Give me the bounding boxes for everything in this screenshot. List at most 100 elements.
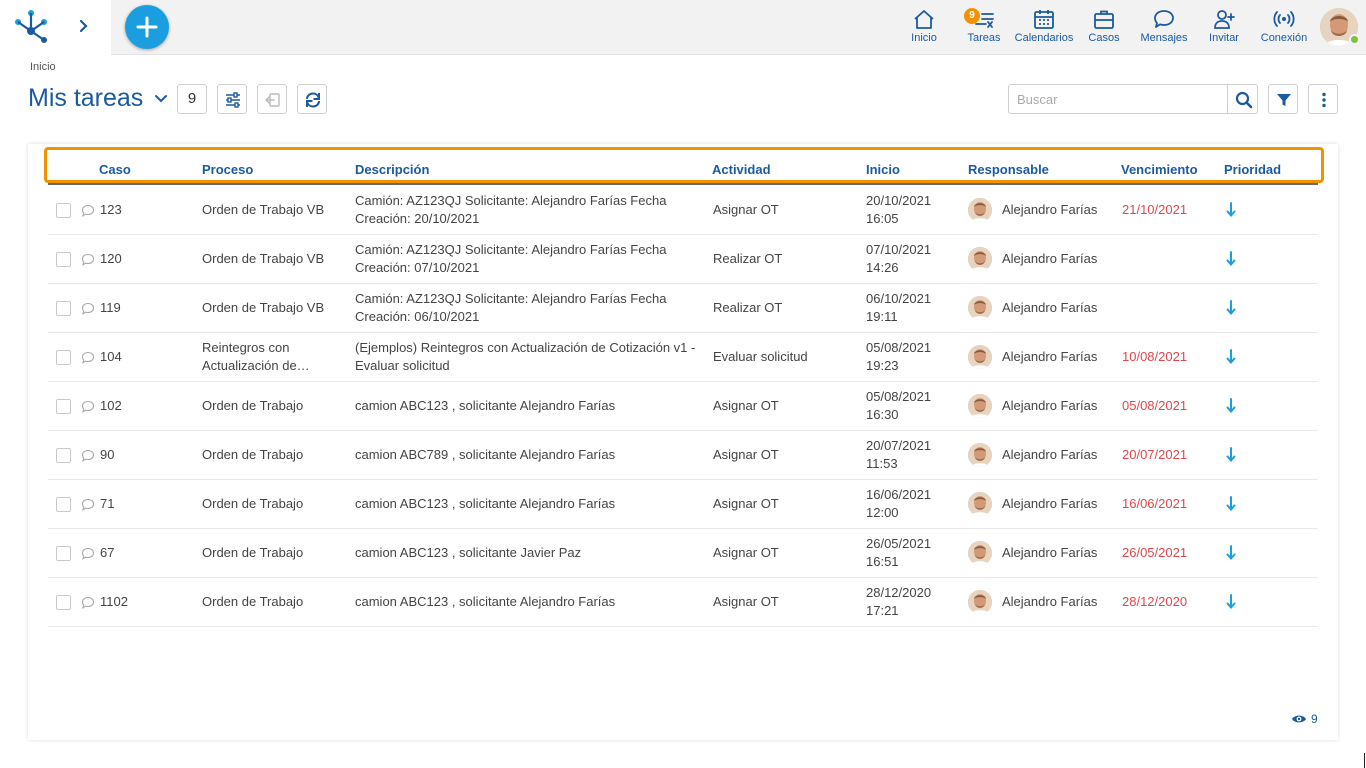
- more-options-button[interactable]: [1308, 84, 1338, 114]
- comment-icon[interactable]: [81, 547, 95, 565]
- row-checkbox[interactable]: [56, 595, 71, 610]
- cell-proceso: Orden de Trabajo: [202, 593, 303, 611]
- cell-proceso: Orden de Trabajo: [202, 446, 303, 464]
- row-checkbox[interactable]: [56, 448, 71, 463]
- row-checkbox[interactable]: [56, 350, 71, 365]
- table-row[interactable]: 67 Orden de Trabajo camion ABC123 , solici…: [48, 529, 1318, 578]
- cell-responsable: Alejandro Farías: [1002, 545, 1098, 560]
- comment-icon[interactable]: [81, 204, 95, 222]
- table-row[interactable]: 104 Reintegros con Actualización de… (Ejemp…: [48, 333, 1318, 382]
- cell-actividad: Realizar OT: [713, 300, 783, 315]
- table-row[interactable]: 120 Orden de Trabajo VB Camión: AZ123QJ So…: [48, 235, 1318, 284]
- column-header-inicio[interactable]: Inicio: [866, 162, 900, 177]
- header-divider: [48, 183, 1318, 185]
- cell-caso[interactable]: 120: [100, 250, 122, 268]
- cell-proceso: Orden de Trabajo: [202, 397, 303, 415]
- cell-line: Reintegros con: [202, 340, 290, 355]
- cell-line: 19:11: [866, 309, 898, 324]
- logo-area: [0, 0, 111, 55]
- cell-line: 11:53: [866, 456, 898, 471]
- cell-caso[interactable]: 102: [100, 397, 122, 415]
- cell-caso[interactable]: 71: [100, 495, 114, 513]
- filter-button[interactable]: [1268, 84, 1298, 114]
- add-user-icon: [1214, 10, 1235, 29]
- nav-label: Tareas: [967, 32, 1001, 44]
- column-header-descripcion[interactable]: Descripción: [355, 162, 429, 177]
- row-checkbox[interactable]: [56, 497, 71, 512]
- expand-menu-chevron-icon[interactable]: [74, 16, 94, 36]
- nav-label: Casos: [1088, 32, 1120, 44]
- cell-responsable: Alejandro Farías: [1002, 300, 1098, 315]
- cell-vencimiento: 20/07/2021: [1122, 447, 1188, 462]
- cell-line: Orden de Trabajo: [202, 594, 304, 609]
- row-checkbox[interactable]: [56, 301, 71, 316]
- cell-line: camion ABC123 , solicitante Javier Paz: [355, 545, 582, 560]
- cell-caso[interactable]: 67: [100, 544, 114, 562]
- cell-line: (Ejemplos) Reintegros con Actualización …: [355, 340, 696, 355]
- cell-line: 16:51: [866, 554, 899, 569]
- cell-line: 16:05: [866, 211, 899, 226]
- cell-descripcion: camion ABC123 , solicitante Javier Paz: [355, 544, 581, 562]
- cell-line: 20/07/2021: [866, 438, 932, 453]
- row-checkbox[interactable]: [56, 546, 71, 561]
- nav-casos[interactable]: Casos: [1086, 8, 1122, 48]
- table-row[interactable]: 90 Orden de Trabajo camion ABC789 , solici…: [48, 431, 1318, 480]
- cell-responsable: Alejandro Farías: [1002, 594, 1098, 609]
- responsible-avatar: [968, 247, 992, 271]
- nav-label: Conexión: [1260, 32, 1308, 44]
- comment-icon[interactable]: [81, 400, 95, 418]
- nav-inicio[interactable]: Inicio: [904, 8, 944, 48]
- column-header-caso[interactable]: Caso: [99, 162, 131, 177]
- cell-caso[interactable]: 123: [100, 201, 122, 219]
- row-checkbox[interactable]: [56, 399, 71, 414]
- plus-icon: [136, 16, 158, 38]
- column-header-vencimiento[interactable]: Vencimiento: [1121, 162, 1198, 177]
- column-header-actividad[interactable]: Actividad: [712, 162, 771, 177]
- nav-invitar[interactable]: Invitar: [1204, 8, 1244, 48]
- home-icon: [914, 10, 934, 29]
- cell-vencimiento: 28/12/2020: [1122, 594, 1188, 609]
- table-row[interactable]: 71 Orden de Trabajo camion ABC123 , solici…: [48, 480, 1318, 529]
- chevron-down-icon[interactable]: [154, 94, 168, 104]
- nav-label: Mensajes: [1140, 32, 1188, 44]
- column-header-proceso[interactable]: Proceso: [202, 162, 253, 177]
- cell-line: Camión: AZ123QJ Solicitante: Alejandro F…: [355, 193, 667, 208]
- search-button[interactable]: [1227, 84, 1258, 114]
- column-header-responsable[interactable]: Responsable: [968, 162, 1049, 177]
- comment-icon[interactable]: [81, 449, 95, 467]
- comment-icon[interactable]: [81, 498, 95, 516]
- table-row[interactable]: 119 Orden de Trabajo VB Camión: AZ123QJ So…: [48, 284, 1318, 333]
- cell-responsable: Alejandro Farías: [1002, 349, 1098, 364]
- create-new-button[interactable]: [125, 5, 169, 49]
- responsible-avatar: [968, 541, 992, 565]
- comment-icon[interactable]: [81, 596, 95, 614]
- search-input[interactable]: [1008, 84, 1228, 114]
- comment-icon[interactable]: [81, 253, 95, 271]
- cell-caso[interactable]: 119: [100, 299, 121, 317]
- cell-line: Orden de Trabajo: [202, 545, 304, 560]
- column-header-prioridad[interactable]: Prioridad: [1224, 162, 1281, 177]
- nav-mensajes[interactable]: Mensajes: [1138, 8, 1190, 48]
- sliders-icon: [226, 92, 240, 108]
- cell-line: 05/08/2021: [866, 389, 932, 404]
- nav-conexion[interactable]: Conexión: [1258, 8, 1310, 48]
- nav-calendarios[interactable]: Calendarios: [1014, 8, 1074, 48]
- comment-icon[interactable]: [81, 302, 95, 320]
- low-priority-arrow-icon: [1226, 593, 1236, 616]
- app-logo-icon[interactable]: [14, 9, 50, 43]
- page-title[interactable]: Mis tareas: [28, 84, 143, 113]
- breadcrumb[interactable]: Inicio: [30, 61, 56, 73]
- table-row[interactable]: 123 Orden de Trabajo VB Camión: AZ123QJ So…: [48, 186, 1318, 235]
- table-row[interactable]: 102 Orden de Trabajo camion ABC123 , solic…: [48, 382, 1318, 431]
- release-task-button[interactable]: [257, 84, 287, 114]
- comment-icon[interactable]: [81, 351, 95, 369]
- cell-caso[interactable]: 104: [100, 348, 122, 366]
- more-vertical-icon: [1322, 92, 1326, 108]
- row-checkbox[interactable]: [56, 203, 71, 218]
- cell-caso[interactable]: 1102: [100, 593, 128, 611]
- refresh-button[interactable]: [297, 84, 327, 114]
- table-row[interactable]: 1102 Orden de Trabajo camion ABC123 , soli…: [48, 578, 1318, 627]
- cell-caso[interactable]: 90: [100, 446, 114, 464]
- column-settings-button[interactable]: [217, 84, 247, 114]
- row-checkbox[interactable]: [56, 252, 71, 267]
